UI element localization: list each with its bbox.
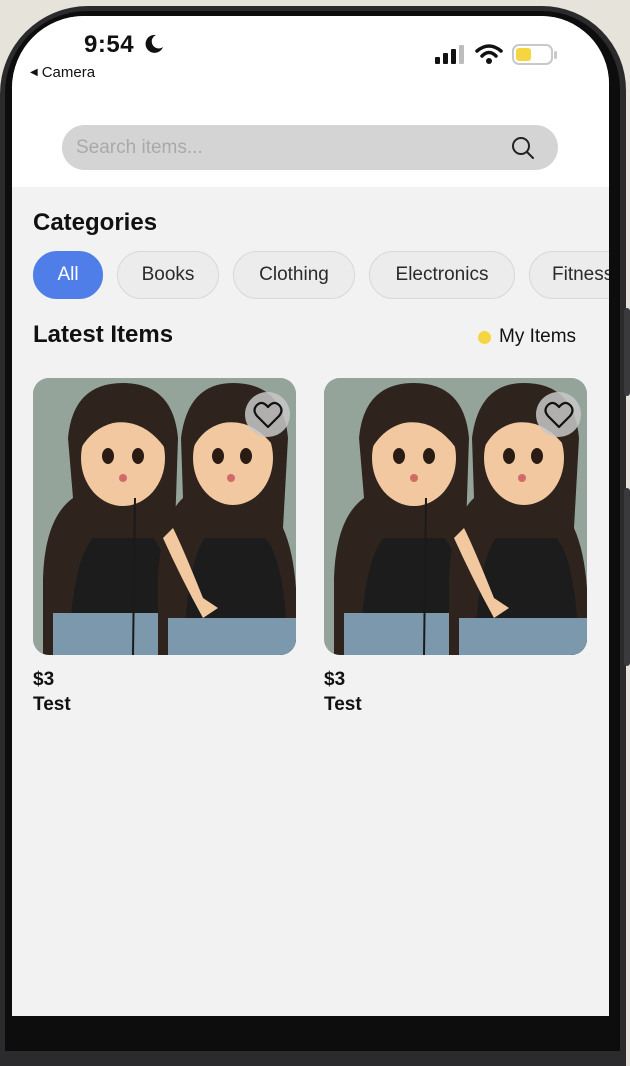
favorite-button[interactable] xyxy=(536,392,581,437)
my-items-dot xyxy=(478,330,491,344)
app-screen: 9:54 ◀ Camera Categories All Books Cloth… xyxy=(12,16,609,1016)
categories-heading: Categories xyxy=(33,209,158,236)
heart-outline-icon xyxy=(543,401,574,428)
moon-icon xyxy=(145,34,163,53)
search-icon[interactable] xyxy=(510,135,536,161)
wifi-icon xyxy=(475,44,503,64)
heart-outline-icon xyxy=(252,401,283,428)
back-to-camera-link[interactable]: ◀ Camera xyxy=(30,64,95,81)
category-chip-electronics[interactable]: Electronics xyxy=(369,251,515,299)
category-chip-all[interactable]: All xyxy=(33,251,103,299)
my-items-label: My Items xyxy=(499,326,577,347)
category-chip-clothing[interactable]: Clothing xyxy=(233,251,355,299)
item-card[interactable]: $3 Test xyxy=(324,378,587,716)
item-image[interactable] xyxy=(324,378,587,655)
cellular-signal-icon xyxy=(435,45,464,64)
item-title: Test xyxy=(324,694,362,715)
back-app-label: Camera xyxy=(41,64,96,81)
item-price: $3 xyxy=(33,669,55,690)
latest-items-heading: Latest Items xyxy=(33,321,174,348)
item-price: $3 xyxy=(324,669,346,690)
category-chip-books[interactable]: Books xyxy=(117,251,219,299)
search-bar[interactable] xyxy=(62,125,558,170)
side-button xyxy=(624,488,630,666)
item-card[interactable]: $3 Test xyxy=(33,378,296,716)
category-chip-fitness[interactable]: Fitness xyxy=(529,251,609,299)
back-triangle-icon: ◀ xyxy=(30,67,38,78)
status-time: 9:54 xyxy=(84,31,135,58)
item-image[interactable] xyxy=(33,378,296,655)
category-chips: All Books Clothing Electronics Fitness xyxy=(33,251,609,299)
battery-icon xyxy=(512,44,557,65)
my-items-legend[interactable]: My Items xyxy=(478,326,576,348)
favorite-button[interactable] xyxy=(245,392,290,437)
search-input[interactable] xyxy=(76,136,510,159)
item-title: Test xyxy=(33,694,71,715)
side-button xyxy=(624,308,630,396)
